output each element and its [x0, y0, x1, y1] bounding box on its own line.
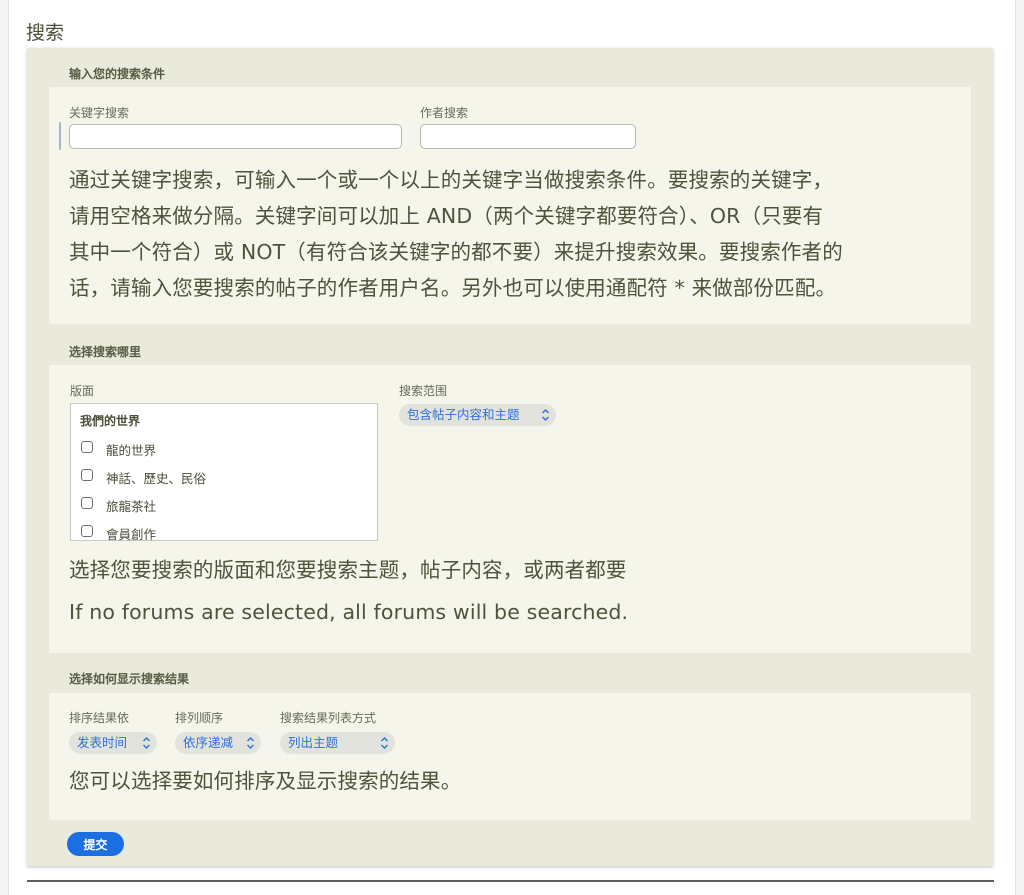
chevron-updown-icon	[143, 737, 150, 749]
keyword-label: 关键字搜索	[69, 106, 130, 120]
search-conditions-heading: 输入您的搜索条件	[69, 67, 166, 81]
submit-button[interactable]: 提交	[67, 832, 124, 856]
chevron-updown-icon	[247, 737, 254, 749]
search-form-panel: 输入您的搜索条件 关键字搜索 作者搜索 通过关键字搜索，可输入一个或一个以上的关…	[27, 48, 993, 866]
search-where-heading: 选择搜索哪里	[69, 345, 142, 359]
search-conditions-description: 通过关键字搜索，可输入一个或一个以上的关键字当做搜索条件。要搜索的关键字， 请用…	[69, 162, 969, 306]
search-conditions-box: 关键字搜索 作者搜索 通过关键字搜索，可输入一个或一个以上的关键字当做搜索条件。…	[49, 87, 971, 324]
author-search-input[interactable]	[420, 124, 636, 149]
list-mode-label: 搜索结果列表方式	[280, 711, 377, 725]
list-mode-value: 列出主题	[288, 735, 339, 750]
display-results-heading: 选择如何显示搜索结果	[69, 672, 190, 686]
list-mode-select[interactable]: 列出主题	[280, 732, 395, 754]
search-scope-value: 包含帖子内容和主题	[407, 407, 520, 422]
forum-option-label: 會員創作	[106, 527, 157, 542]
sort-by-value: 发表时间	[77, 735, 128, 750]
description-line: 请用空格来做分隔。关键字间可以加上 AND（两个关键字都要符合）、OR（只要有	[69, 204, 824, 228]
search-scope-select[interactable]: 包含帖子内容和主题	[399, 404, 556, 426]
checkbox-icon[interactable]	[81, 469, 93, 481]
display-results-box: 排序结果依 发表时间 排列顺序 依序递减 搜索结果列表方式 列出主题 您可以选择…	[49, 693, 971, 820]
sort-by-select[interactable]: 发表时间	[69, 732, 157, 754]
author-label: 作者搜索	[420, 106, 469, 120]
order-value: 依序递减	[183, 735, 234, 750]
forums-label: 版面	[70, 384, 95, 398]
order-select[interactable]: 依序递减	[175, 732, 261, 754]
scope-label: 搜索范围	[399, 384, 448, 398]
forum-option-label: 神話、歷史、民俗	[106, 471, 207, 486]
chevron-updown-icon	[381, 737, 388, 749]
order-label: 排列顺序	[175, 711, 224, 725]
description-line: 其中一个符合）或 NOT（有符合该关键字的都不要）来提升搜索效果。要搜索作者的	[69, 240, 843, 264]
page-title: 搜索	[26, 22, 65, 44]
description-line: 话，请输入您要搜索的帖子的作者用户名。另外也可以使用通配符 * 来做部份匹配。	[69, 276, 837, 300]
forum-option-label: 龍的世界	[106, 443, 157, 458]
checkbox-icon[interactable]	[81, 525, 93, 537]
keyword-search-input[interactable]	[69, 124, 402, 149]
display-results-description: 您可以选择要如何排序及显示搜索的结果。	[69, 769, 462, 793]
search-where-description: 选择您要搜索的版面和您要搜索主题，帖子内容，或两者都要	[69, 558, 627, 582]
checkbox-icon[interactable]	[81, 497, 93, 509]
search-where-box: 版面 我們的世界 龍的世界 神話、歷史、民俗 旅龍茶社 會員創作 搜索范围 包含…	[49, 365, 971, 653]
focus-caret	[59, 122, 61, 150]
forums-listbox[interactable]: 我們的世界 龍的世界 神話、歷史、民俗 旅龍茶社 會員創作	[70, 403, 378, 542]
forum-option-label: 旅龍茶社	[106, 499, 157, 514]
sort-by-label: 排序结果依	[69, 711, 130, 725]
forum-group-label: 我們的世界	[80, 414, 141, 428]
chevron-updown-icon	[542, 409, 549, 421]
all-forums-note: If no forums are selected, all forums wi…	[69, 600, 629, 624]
checkbox-icon[interactable]	[81, 441, 93, 453]
description-line: 通过关键字搜索，可输入一个或一个以上的关键字当做搜索条件。要搜索的关键字，	[69, 168, 834, 192]
bottom-divider	[27, 880, 994, 882]
